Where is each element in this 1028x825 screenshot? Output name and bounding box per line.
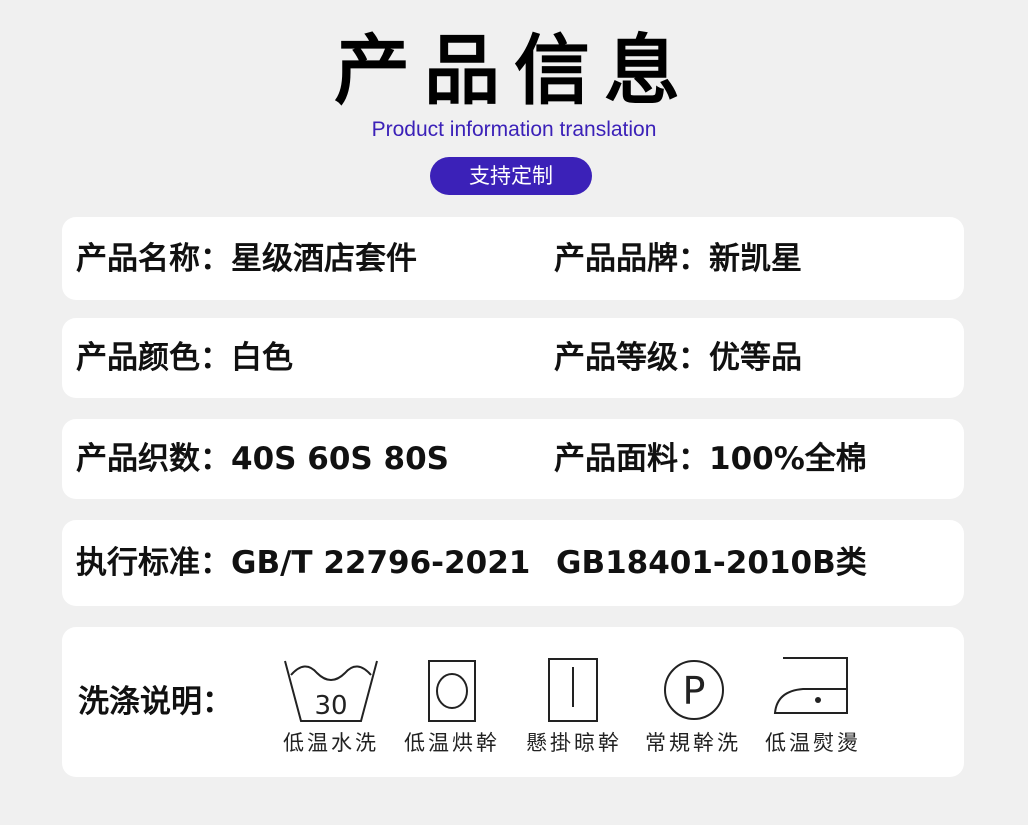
care-text-dryclean: 常規幹洗: [645, 731, 741, 755]
page-subtitle: Product information translation: [371, 118, 657, 141]
info-row-color-grade: 产品颜色：白色 产品等级：优等品: [62, 318, 964, 398]
dry-clean-letter: P: [683, 669, 706, 713]
care-item-line-dry: 懸掛晾幹: [514, 655, 634, 760]
wash-temp-value: 30: [314, 691, 347, 721]
standard-primary: 执行标准：GB/T 22796-2021: [76, 545, 531, 581]
info-row-standard: 执行标准：GB/T 22796-2021 GB18401-2010B类: [62, 520, 964, 606]
info-row-count-fabric: 产品织数：40S 60S 80S 产品面料：100%全棉: [62, 419, 964, 499]
product-color: 产品颜色：白色: [76, 340, 293, 376]
product-thread-count: 产品织数：40S 60S 80S: [76, 441, 449, 477]
dry-clean-p-icon: P: [664, 660, 724, 720]
standard-secondary: GB18401-2010B类: [556, 545, 867, 581]
info-row-name-brand: 产品名称：星级酒店套件 产品品牌：新凯星: [62, 217, 964, 300]
care-item-iron: 低温熨燙: [753, 655, 873, 760]
tumble-dry-low-icon: [428, 660, 476, 722]
iron-low-icon: [773, 657, 848, 714]
product-brand: 产品品牌：新凯星: [554, 241, 802, 277]
washing-label: 洗涤说明：: [78, 684, 233, 720]
line-dry-icon: [548, 658, 598, 722]
product-name: 产品名称：星级酒店套件: [76, 241, 417, 277]
page-title: 产品信息: [334, 26, 694, 115]
care-text-hang: 懸掛晾幹: [526, 731, 622, 755]
care-text-dry: 低温烘幹: [404, 731, 500, 755]
product-grade: 产品等级：优等品: [554, 340, 802, 376]
care-text-iron: 低温熨燙: [765, 731, 861, 755]
care-item-wash-30: 30 低温水洗: [271, 655, 391, 760]
wash-30-icon: 30: [284, 660, 378, 722]
care-item-tumble-dry: 低温烘幹: [392, 655, 512, 760]
care-item-dry-clean: P 常規幹洗: [633, 655, 753, 760]
product-fabric: 产品面料：100%全棉: [554, 441, 867, 477]
care-text-wash: 低温水洗: [283, 731, 379, 755]
customize-badge: 支持定制: [430, 157, 592, 195]
